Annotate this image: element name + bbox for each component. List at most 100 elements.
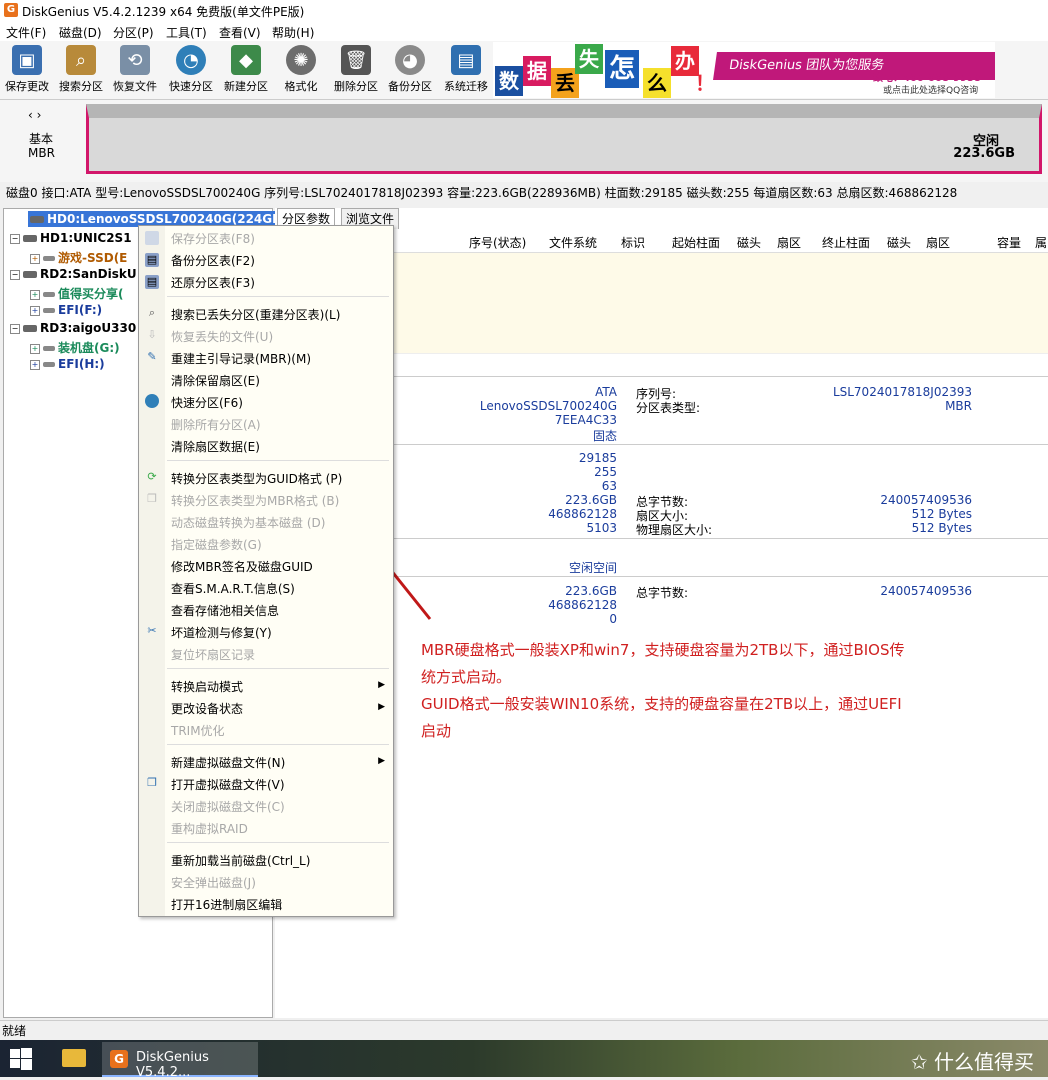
col-end-sector[interactable]: 扇区 <box>926 234 950 251</box>
menu-separator <box>167 842 389 843</box>
menu-item-clear-reserved[interactable]: 清除保留扇区(E) <box>171 372 260 389</box>
expand-icon[interactable]: − <box>10 323 20 334</box>
tools-icon: ✂ <box>147 624 157 637</box>
menu-bar: 文件(F) 磁盘(D) 分区(P) 工具(T) 查看(V) 帮助(H) <box>0 22 1048 41</box>
tree-item-install-g[interactable]: + 装机盘(G:) <box>30 339 120 356</box>
new-partition-button[interactable]: ◆ 新建分区 <box>219 45 273 94</box>
menu-item-save-table[interactable]: 保存分区表(F8) <box>171 230 255 247</box>
menu-item-new-virtual-disk[interactable]: 新建虚拟磁盘文件(N) <box>171 754 285 771</box>
window-title: DiskGenius V5.4.2.1239 x64 免费版(单文件PE版) <box>22 5 305 19</box>
system-migrate-button[interactable]: ▤ 系统迁移 <box>439 45 493 94</box>
search-icon: ⌕ <box>66 45 96 75</box>
submenu-arrow-icon: ▶ <box>378 680 385 690</box>
banner-phone: 致电：400-008-9958 <box>873 73 981 84</box>
expand-icon[interactable]: + <box>30 359 40 370</box>
disk-nav-arrows[interactable]: ‹ › <box>28 108 41 122</box>
menu-item-restore-table[interactable]: 还原分区表(F3) <box>171 274 255 291</box>
menu-item-bad-sector-repair[interactable]: 坏道检测与修复(Y) <box>171 624 272 641</box>
menu-item-smart-info[interactable]: 查看S.M.A.R.T.信息(S) <box>171 580 295 597</box>
format-button[interactable]: ✺ 格式化 <box>274 45 328 94</box>
col-start-cyl[interactable]: 起始柱面 <box>672 234 720 251</box>
col-index[interactable]: 序号(状态) <box>469 234 526 251</box>
menu-item-quick-partition[interactable]: 快速分区(F6) <box>171 394 243 411</box>
tree-item-efi-h[interactable]: + EFI(H:) <box>30 357 105 371</box>
recover-file-button[interactable]: ⟲ 恢复文件 <box>108 45 162 94</box>
windows-start-icon[interactable] <box>10 1048 32 1070</box>
menu-item-recover-files[interactable]: 恢复丢失的文件(U) <box>171 328 273 345</box>
delete-partition-button[interactable]: 🗑 删除分区 <box>329 45 383 94</box>
tree-item-hd1[interactable]: − HD1:UNIC2S1 <box>10 231 132 245</box>
menu-item-open-virtual-disk[interactable]: 打开虚拟磁盘文件(V) <box>171 776 285 793</box>
free-space-title: 空闲空间 <box>568 561 617 575</box>
quick-partition-icon <box>145 394 159 408</box>
menu-item-rebuild-mbr[interactable]: 重建主引导记录(MBR)(M) <box>171 350 311 367</box>
file-explorer-icon[interactable] <box>62 1049 86 1067</box>
save-table-icon <box>145 231 159 245</box>
col-capacity[interactable]: 容量 <box>997 234 1021 251</box>
quick-partition-button[interactable]: ◔ 快速分区 <box>164 45 218 94</box>
app-icon: G <box>4 3 18 17</box>
expand-icon[interactable]: − <box>10 269 20 280</box>
menu-item-search-lost[interactable]: 搜索已丢失分区(重建分区表)(L) <box>171 306 340 323</box>
menu-item-dynamic-to-basic[interactable]: 动态磁盘转换为基本磁盘 (D) <box>171 514 325 531</box>
expand-icon[interactable]: + <box>30 289 40 300</box>
menu-item-switch-boot-mode[interactable]: 转换启动模式 <box>171 678 385 695</box>
menu-item-safe-eject[interactable]: 安全弹出磁盘(J) <box>171 874 256 891</box>
menu-view[interactable]: 查看(V) <box>219 24 261 41</box>
disk-bar-free-space[interactable]: 空闲 223.6GB <box>86 104 1042 174</box>
menu-item-convert-guid[interactable]: 转换分区表类型为GUID格式 (P) <box>171 470 342 487</box>
submenu-arrow-icon: ▶ <box>378 756 385 766</box>
expand-icon[interactable]: + <box>30 253 40 264</box>
annotation-note: MBR硬盘格式一般装XP和win7，支持硬盘容量为2TB以下，通过BIOS传 统… <box>407 632 940 740</box>
search-partition-button[interactable]: ⌕ 搜索分区 <box>54 45 108 94</box>
search-icon: ⌕ <box>148 306 156 319</box>
menu-disk[interactable]: 磁盘(D) <box>59 24 102 41</box>
menu-item-close-virtual-disk[interactable]: 关闭虚拟磁盘文件(C) <box>171 798 285 815</box>
partition-icon <box>43 346 55 351</box>
menu-item-reload-disk[interactable]: 重新加载当前磁盘(Ctrl_L) <box>171 852 310 869</box>
menu-help[interactable]: 帮助(H) <box>272 24 314 41</box>
menu-item-convert-mbr[interactable]: 转换分区表类型为MBR格式 (B) <box>171 492 339 509</box>
partition-icon <box>43 256 55 261</box>
menu-item-delete-all[interactable]: 删除所有分区(A) <box>171 416 261 433</box>
tree-item-game-ssd[interactable]: + 游戏-SSD(E <box>30 249 127 266</box>
menu-file[interactable]: 文件(F) <box>6 24 46 41</box>
col-filesystem[interactable]: 文件系统 <box>549 234 597 251</box>
menu-item-clear-sectors[interactable]: 清除扇区数据(E) <box>171 438 260 455</box>
menu-item-hex-editor[interactable]: 打开16进制扇区编辑 <box>171 896 282 913</box>
disk-type-basic: 基本 <box>29 132 54 146</box>
col-attr[interactable]: 属 <box>1035 234 1047 251</box>
banner-tile: 据 <box>523 56 551 86</box>
menu-tools[interactable]: 工具(T) <box>166 24 207 41</box>
col-id[interactable]: 标识 <box>621 234 645 251</box>
backup-partition-button[interactable]: ◕ 备份分区 <box>383 45 437 94</box>
expand-icon[interactable]: + <box>30 343 40 354</box>
tree-item-rd3[interactable]: − RD3:aigoU330 <box>10 321 136 335</box>
menu-item-trim[interactable]: TRIM优化 <box>171 722 225 739</box>
col-head[interactable]: 磁头 <box>737 234 761 251</box>
expand-icon[interactable]: − <box>10 233 20 244</box>
banner-qq-link[interactable]: 或点击此处选择QQ咨询 <box>883 83 978 96</box>
tree-item-efi-f[interactable]: + EFI(F:) <box>30 303 102 317</box>
total-bytes-value: 240057409536 <box>880 493 972 507</box>
expand-icon[interactable]: + <box>30 305 40 316</box>
menu-item-modify-signature[interactable]: 修改MBR签名及磁盘GUID <box>171 558 313 575</box>
col-end-head[interactable]: 磁头 <box>887 234 911 251</box>
promo-banner[interactable]: 数 据 丢 失 怎 么 办 ！ DiskGenius 团队为您服务 致电：400… <box>493 42 995 98</box>
menu-item-change-device-state[interactable]: 更改设备状态 <box>171 700 243 717</box>
menu-item-storage-pool[interactable]: 查看存储池相关信息 <box>171 602 279 619</box>
col-sector[interactable]: 扇区 <box>777 234 801 251</box>
menu-partition[interactable]: 分区(P) <box>113 24 154 41</box>
col-end-cyl[interactable]: 终止柱面 <box>822 234 870 251</box>
save-changes-button[interactable]: ▣ 保存更改 <box>0 45 54 94</box>
menu-separator <box>167 668 389 669</box>
menu-item-reset-bad-sector[interactable]: 复位坏扇区记录 <box>171 646 255 663</box>
edit-mbr-icon: ✎ <box>147 350 157 363</box>
new-partition-icon: ◆ <box>231 45 261 75</box>
taskbar-diskgenius-button[interactable]: G DiskGenius V5.4.2... <box>102 1042 258 1080</box>
tree-item-rd2[interactable]: − RD2:SanDiskU <box>10 267 137 281</box>
menu-item-backup-table[interactable]: 备份分区表(F2) <box>171 252 255 269</box>
menu-item-disk-params[interactable]: 指定磁盘参数(G) <box>171 536 262 553</box>
tree-item-zdm-share[interactable]: + 值得买分享( <box>30 285 124 302</box>
menu-item-rebuild-raid[interactable]: 重构虚拟RAID <box>171 820 248 837</box>
